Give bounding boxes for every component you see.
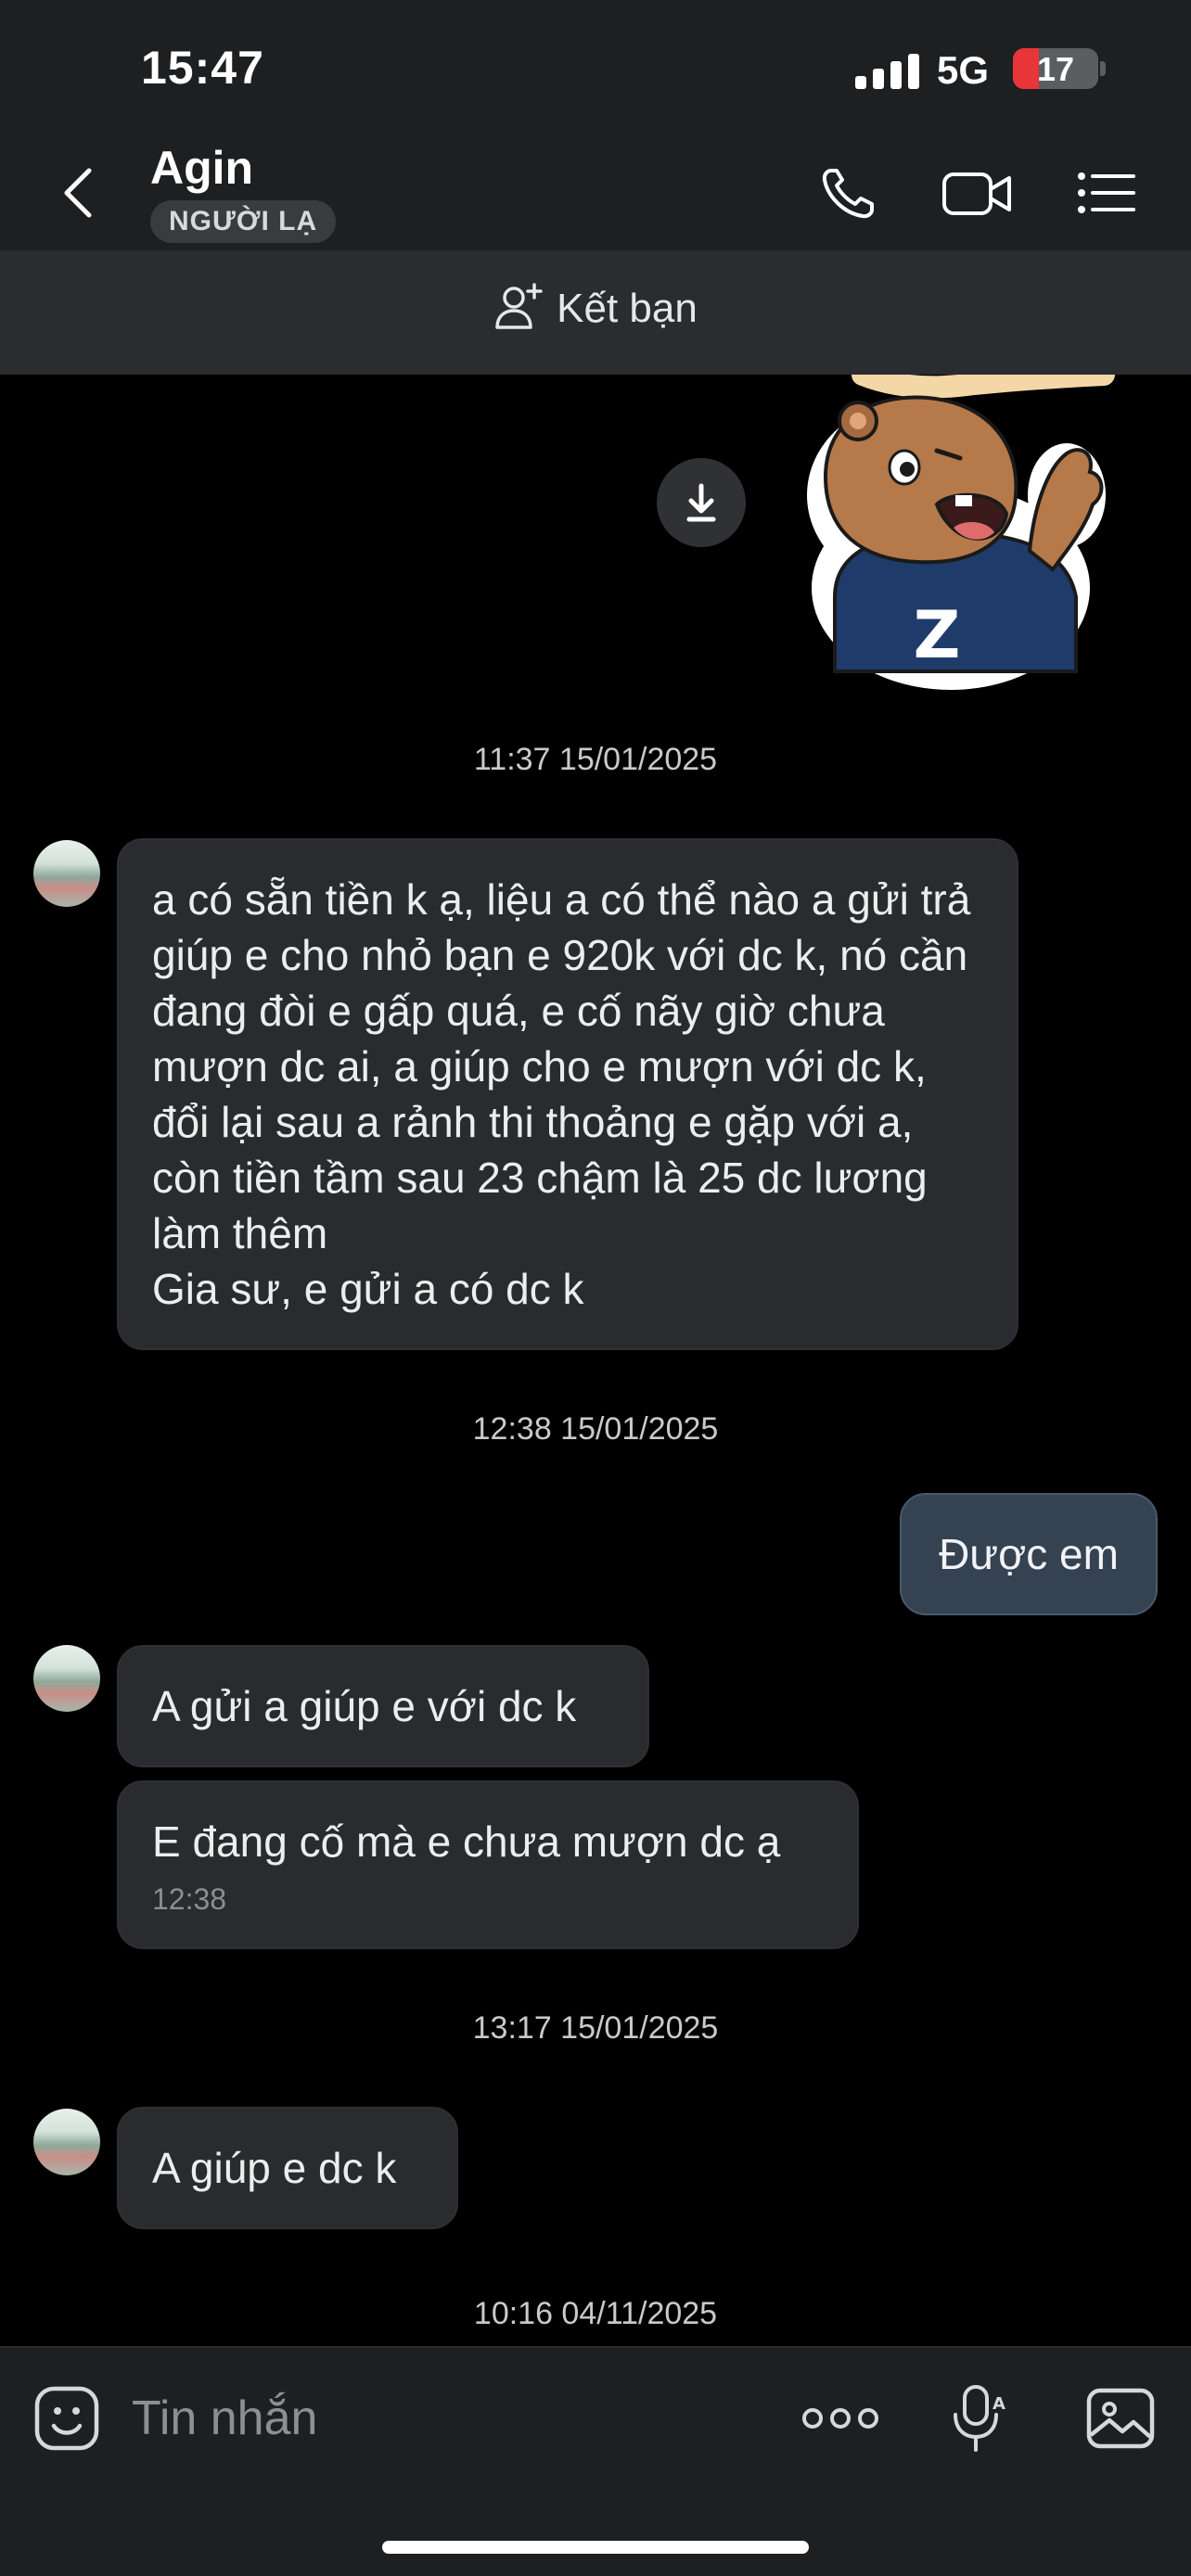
video-call-button[interactable] [941,165,1011,221]
more-options-button[interactable] [801,2383,879,2454]
timestamp-divider: 11:37 15/01/2025 [473,742,718,777]
network-type: 5G [937,48,990,92]
voice-mic-icon: A [954,2385,1005,2452]
battery-icon: 17 [1013,48,1098,89]
avatar[interactable] [33,840,100,907]
status-bar: 15:47 5G 17 [0,0,1191,130]
gallery-button[interactable] [1085,2383,1156,2454]
add-friend-button[interactable]: Kết bạn [0,283,1191,332]
chat-header: Agin NGƯỜI LẠ [0,130,1191,252]
svg-text:A: A [992,2394,1005,2414]
contact-name[interactable]: Agin [150,141,253,195]
video-icon [942,172,1011,215]
options-menu-button[interactable] [1076,165,1146,221]
signal-icon [855,54,920,89]
message-input-bar: Tin nhắn A [0,2346,1191,2576]
outgoing-message-bubble[interactable]: Được em [900,1493,1158,1615]
avatar[interactable] [33,2109,100,2175]
status-time: 15:47 [141,42,264,94]
message-time: 12:38 [152,1882,227,1916]
message-text: E đang cố mà e chưa mượn dc ạ [152,1817,781,1866]
message-bubble[interactable]: A gửi a giúp e với dc k [117,1645,649,1767]
timestamp-divider: 13:17 15/01/2025 [472,2010,719,2046]
emoji-button[interactable] [32,2383,102,2454]
menu-list-icon [1078,172,1135,213]
home-indicator[interactable] [382,2541,809,2554]
message-bubble[interactable]: A giúp e dc k [117,2107,458,2229]
call-button[interactable] [816,165,887,221]
chevron-left-icon [64,168,92,218]
add-friend-bar[interactable]: Kết bạn [0,252,1191,375]
battery-tip [1100,61,1106,76]
voice-button[interactable]: A [941,2383,1011,2454]
more-dots-icon [802,2408,878,2429]
add-friend-label: Kết bạn [557,286,698,331]
add-friend-icon [495,283,543,330]
chat-messages[interactable]: Z 11:37 15/01/2025 a có sẵn tiền k ạ, li… [0,375,1191,2346]
message-bubble[interactable]: a có sẵn tiền k ạ, liệu a có thể nào a g… [117,838,1018,1350]
back-button[interactable] [56,165,102,221]
battery-level: 17 [1036,50,1075,88]
download-button[interactable] [657,458,746,547]
download-icon [686,483,716,522]
stranger-badge: NGƯỜI LẠ [150,200,337,243]
svg-text:Z: Z [914,597,961,673]
phone-icon [822,169,874,219]
timestamp-divider: 12:38 15/01/2025 [472,1411,719,1447]
message-input[interactable]: Tin nhắn [132,2391,317,2446]
capybara-sticker[interactable]: Z [798,375,1122,699]
timestamp-divider: 10:16 04/11/2025 [473,2296,718,2331]
message-bubble[interactable]: E đang cố mà e chưa mượn dc ạ 12:38 [117,1780,859,1949]
emoji-icon [34,2386,99,2451]
avatar[interactable] [33,1645,100,1712]
image-gallery-icon [1086,2388,1155,2449]
